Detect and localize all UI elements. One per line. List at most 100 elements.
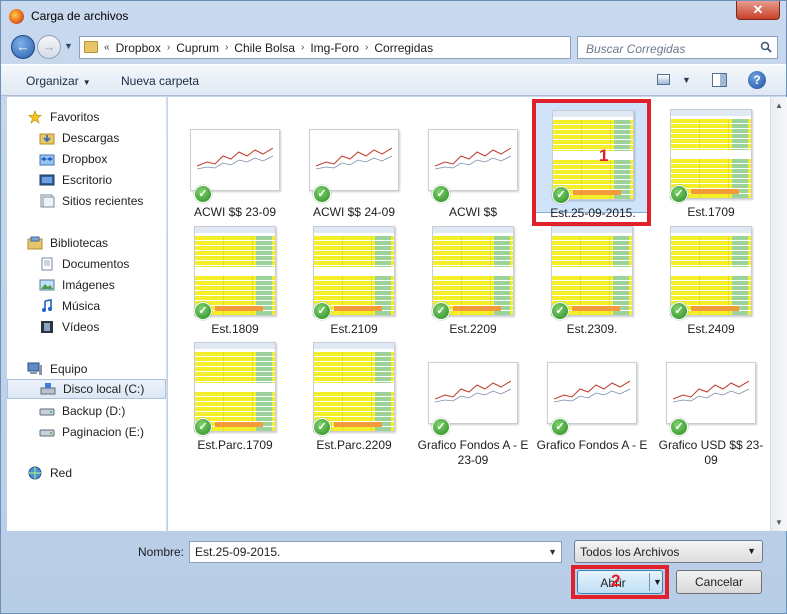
sidebar-item-local-disk-c[interactable]: Disco local (C:) — [7, 379, 166, 399]
breadcrumb-separator[interactable]: › — [167, 42, 170, 55]
help-icon[interactable]: ? — [748, 71, 766, 89]
file-item[interactable]: ✓ ACWI $$ 24-09 — [295, 101, 413, 219]
chevron-down-icon: ▼ — [82, 78, 91, 87]
chart-preview-icon — [673, 380, 749, 403]
sidebar-item-favorites[interactable]: Favoritos — [7, 107, 166, 127]
file-item[interactable]: ✓ Est.2409 — [652, 218, 770, 336]
chart-thumbnail — [428, 129, 518, 191]
sidebar-item-desktop[interactable]: Escritorio — [7, 170, 166, 190]
forward-button[interactable]: → — [37, 35, 61, 59]
vertical-scrollbar[interactable]: ▲ ▼ — [770, 97, 787, 531]
sidebar-item-videos[interactable]: Vídeos — [7, 317, 166, 337]
sidebar-item-libraries[interactable]: Bibliotecas — [7, 233, 166, 253]
file-item[interactable]: ✓ ACWI $$ 23-09 — [176, 101, 294, 219]
file-item[interactable]: ✓ Est.Parc.2209 — [295, 334, 413, 452]
star-icon — [28, 110, 42, 124]
firefox-icon — [9, 9, 24, 24]
cancel-button[interactable]: Cancelar — [676, 570, 762, 594]
forward-arrow-icon: → — [42, 39, 56, 54]
sidebar-item-downloads[interactable]: Descargas — [7, 128, 166, 148]
scroll-down-icon[interactable]: ▼ — [771, 514, 787, 531]
breadcrumb: « Dropbox › Cuprum › Chile Bolsa › Img-F… — [104, 41, 433, 55]
sidebar-label: Vídeos — [62, 320, 100, 334]
dropbox-icon — [39, 154, 55, 166]
music-icon — [42, 299, 52, 312]
navigation-pane: Favoritos Descargas Dropbox Escritorio S… — [7, 97, 167, 531]
sidebar-item-recent-places[interactable]: Sitios recientes — [7, 191, 166, 211]
breadcrumb-chile-bolsa[interactable]: Chile Bolsa — [234, 41, 295, 55]
breadcrumb-corregidas[interactable]: Corregidas — [374, 41, 433, 55]
window-title: Carga de archivos — [31, 9, 129, 23]
file-type-value: Todos los Archivos — [580, 545, 680, 559]
file-item[interactable]: ✓ ACWI $$ — [414, 101, 532, 219]
chart-thumbnail — [666, 362, 756, 424]
sidebar-label: Dropbox — [62, 152, 108, 166]
title-bar: Carga de archivos ✕ — [1, 1, 786, 31]
file-type-select[interactable]: Todos los Archivos ▼ — [574, 540, 763, 563]
sidebar-label: Paginacion (E:) — [62, 425, 145, 439]
sidebar-item-pictures[interactable]: Imágenes — [7, 275, 166, 295]
sidebar-item-backup-d[interactable]: Backup (D:) — [7, 401, 166, 421]
close-icon: ✕ — [752, 2, 764, 17]
sync-check-icon: ✓ — [670, 185, 688, 203]
file-item[interactable]: ✓ Est.2209 — [414, 218, 532, 336]
search-icon[interactable] — [760, 41, 772, 53]
sidebar-label: Bibliotecas — [50, 236, 109, 250]
search-box[interactable]: Buscar Corregidas — [577, 36, 778, 59]
sidebar-label: Escritorio — [62, 173, 113, 187]
organize-button[interactable]: Organizar ▼ — [26, 74, 91, 88]
file-item[interactable]: ✓ Est.Parc.1709 — [176, 334, 294, 452]
organize-label: Organizar — [26, 74, 79, 88]
breadcrumb-dropbox[interactable]: Dropbox — [116, 41, 161, 55]
sidebar-label: Red — [50, 466, 73, 480]
breadcrumb-separator[interactable]: › — [301, 42, 304, 55]
sync-check-icon: ✓ — [670, 418, 688, 436]
close-button[interactable]: ✕ — [736, 1, 780, 20]
dialog-footer: Nombre: Est.25-09-2015. ▼ Todos los Arch… — [1, 531, 786, 614]
drive-icon — [39, 408, 55, 416]
breadcrumb-separator[interactable]: › — [225, 42, 228, 55]
back-arrow-icon: ← — [16, 39, 30, 54]
folder-icon — [84, 41, 98, 53]
sidebar-label: Imágenes — [62, 278, 115, 292]
breadcrumb-img-foro[interactable]: Img-Foro — [310, 41, 359, 55]
sidebar-label: Música — [62, 299, 101, 313]
recent-locations-dropdown[interactable]: ▼ — [64, 41, 73, 51]
downloads-folder-icon — [39, 133, 55, 145]
file-name-input[interactable]: Est.25-09-2015. ▼ — [189, 541, 562, 563]
file-item[interactable]: ✓ Grafico Fondos A - E — [533, 334, 651, 452]
file-item[interactable]: ✓ Est.2109 — [295, 218, 413, 336]
preview-pane-icon[interactable] — [712, 73, 727, 87]
scroll-up-icon[interactable]: ▲ — [771, 97, 787, 114]
annotation-marker-1: 1 — [599, 146, 609, 165]
new-folder-button[interactable]: Nueva carpeta — [121, 74, 199, 88]
sidebar-item-paginacion-e[interactable]: Paginacion (E:) — [7, 422, 166, 442]
sync-check-icon: ✓ — [432, 302, 450, 320]
file-item[interactable]: ✓ Grafico USD $$ 23-09 — [652, 334, 770, 467]
address-bar[interactable]: « Dropbox › Cuprum › Chile Bolsa › Img-F… — [79, 36, 645, 59]
computer-icon — [27, 362, 42, 375]
sidebar-item-dropbox[interactable]: Dropbox — [7, 149, 166, 169]
file-item[interactable]: ✓ Est.2309. — [533, 218, 651, 336]
sidebar-label: Favoritos — [50, 110, 100, 124]
file-item[interactable]: ✓ Grafico Fondos A - E 23-09 — [414, 334, 532, 467]
sidebar-item-documents[interactable]: Documentos — [7, 254, 166, 274]
annotation-marker-2: 2 — [611, 571, 621, 590]
videos-icon — [41, 321, 53, 333]
sync-check-icon: ✓ — [194, 302, 212, 320]
sidebar-item-music[interactable]: Música — [7, 296, 166, 316]
view-options-dropdown[interactable]: ▼ — [682, 75, 691, 85]
file-item[interactable]: ✓ Est.1809 — [176, 218, 294, 336]
command-bar: Organizar ▼ Nueva carpeta ▼ ? — [1, 64, 786, 96]
sidebar-label: Backup (D:) — [62, 404, 126, 418]
chevron-down-icon[interactable]: ▼ — [548, 547, 557, 557]
back-button[interactable]: ← — [11, 35, 35, 59]
breadcrumb-cuprum[interactable]: Cuprum — [176, 41, 219, 55]
sidebar-item-computer[interactable]: Equipo — [7, 359, 166, 379]
change-view-icon[interactable] — [657, 74, 670, 85]
breadcrumb-overflow[interactable]: « — [104, 42, 110, 55]
file-item[interactable]: ✓ Est.1709 — [652, 101, 770, 219]
breadcrumb-separator[interactable]: › — [365, 42, 368, 55]
windows-drive-icon — [40, 383, 56, 395]
sidebar-item-network[interactable]: Red — [7, 463, 166, 483]
